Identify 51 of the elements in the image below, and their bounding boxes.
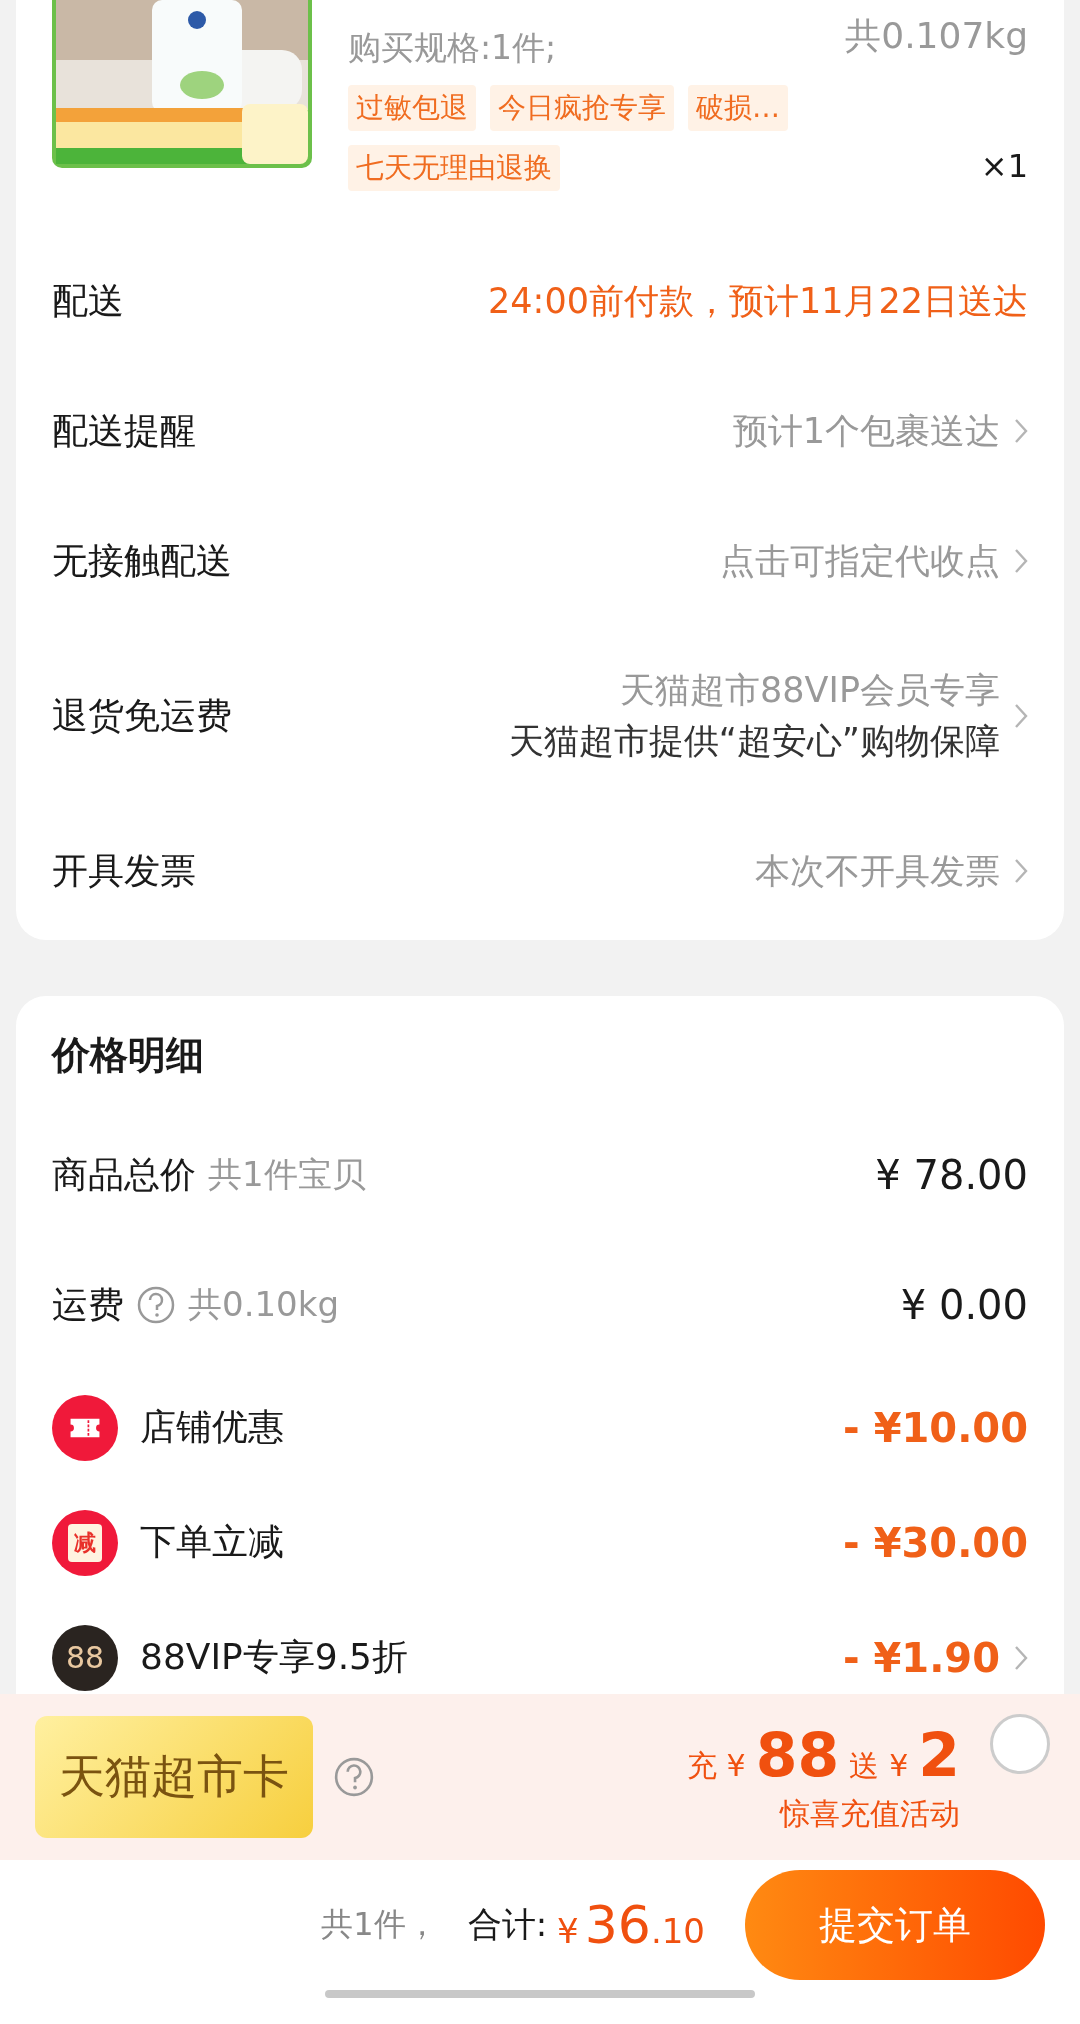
price-amount: ¥ 0.00	[900, 1282, 1028, 1328]
row-value: 点击可指定代收点	[720, 539, 1000, 583]
price-label: 运费	[52, 1282, 124, 1327]
chevron-icon	[1014, 418, 1028, 444]
order-row[interactable]: 配送 24:00前付款，预计11月22日送达	[16, 236, 1064, 366]
radio-button[interactable]	[990, 1714, 1050, 1774]
order-row[interactable]: 配送提醒 预计1个包裹送达	[16, 366, 1064, 496]
row-value: 天猫超市提供“超安心”购物保障	[508, 720, 1000, 763]
service-tag: 过敏包退	[348, 85, 476, 131]
badge-icon: 减	[52, 1509, 118, 1576]
price-note: 共1件宝贝	[208, 1153, 366, 1196]
row-label: 退货免运费	[52, 693, 232, 738]
price-amount: ¥ 78.00	[875, 1152, 1028, 1198]
price-note: 共0.10kg	[188, 1283, 339, 1326]
help-icon[interactable]	[136, 1285, 176, 1325]
total-amount: ¥36.10	[557, 1895, 705, 1955]
service-tag: 破损…	[688, 85, 788, 131]
row-value: 24:00前付款，预计11月22日送达	[488, 279, 1028, 323]
row-label: 开具发票	[52, 848, 196, 893]
order-row[interactable]: 退货免运费 天猫超市88VIP会员专享 天猫超市提供“超安心”购物保障	[16, 626, 1064, 806]
chevron-icon	[1014, 548, 1028, 574]
total-label: 合计:	[467, 1903, 548, 1946]
price-label: 商品总价	[52, 1152, 196, 1197]
price-amount: - ¥30.00	[843, 1519, 1028, 1566]
price-label: 88VIP专享9.5折	[140, 1635, 408, 1679]
order-row[interactable]: 开具发票 本次不开具发票	[16, 806, 1064, 936]
row-label: 配送提醒	[52, 408, 196, 453]
recharge-offer: 充 ¥ 88 送 ¥ 2	[686, 1719, 960, 1790]
row-label: 无接触配送	[52, 538, 232, 583]
row-value: 本次不开具发票	[755, 849, 1000, 893]
service-tag: 今日疯抢专享	[490, 85, 674, 131]
help-icon[interactable]	[333, 1756, 375, 1798]
chevron-icon	[1014, 703, 1028, 729]
price-amount: - ¥10.00	[843, 1404, 1028, 1451]
gift-card-label[interactable]: 天猫超市卡	[35, 1716, 313, 1838]
row-value: 天猫超市88VIP会员专享	[620, 669, 1000, 712]
spec-text: 购买规格:1件;	[348, 27, 557, 69]
price-amount: - ¥1.90	[842, 1634, 1000, 1681]
row-label: 配送	[52, 278, 124, 323]
quantity-text: ×1	[980, 147, 1028, 187]
item-count: 共1件，	[321, 1904, 438, 1945]
row-value: 预计1个包裹送达	[732, 409, 1000, 453]
chevron-icon	[1014, 858, 1028, 884]
weight-text: 共0.107kg	[845, 14, 1028, 58]
badge-icon: 88	[52, 1624, 118, 1691]
service-tag: 七天无理由退换	[348, 145, 560, 191]
offer-subtitle: 惊喜充值活动	[780, 1794, 960, 1833]
section-title: 价格明细	[52, 1032, 205, 1079]
order-row[interactable]: 无接触配送 点击可指定代收点	[16, 496, 1064, 626]
price-label: 店铺优惠	[140, 1405, 284, 1449]
price-label: 下单立减	[140, 1520, 284, 1564]
